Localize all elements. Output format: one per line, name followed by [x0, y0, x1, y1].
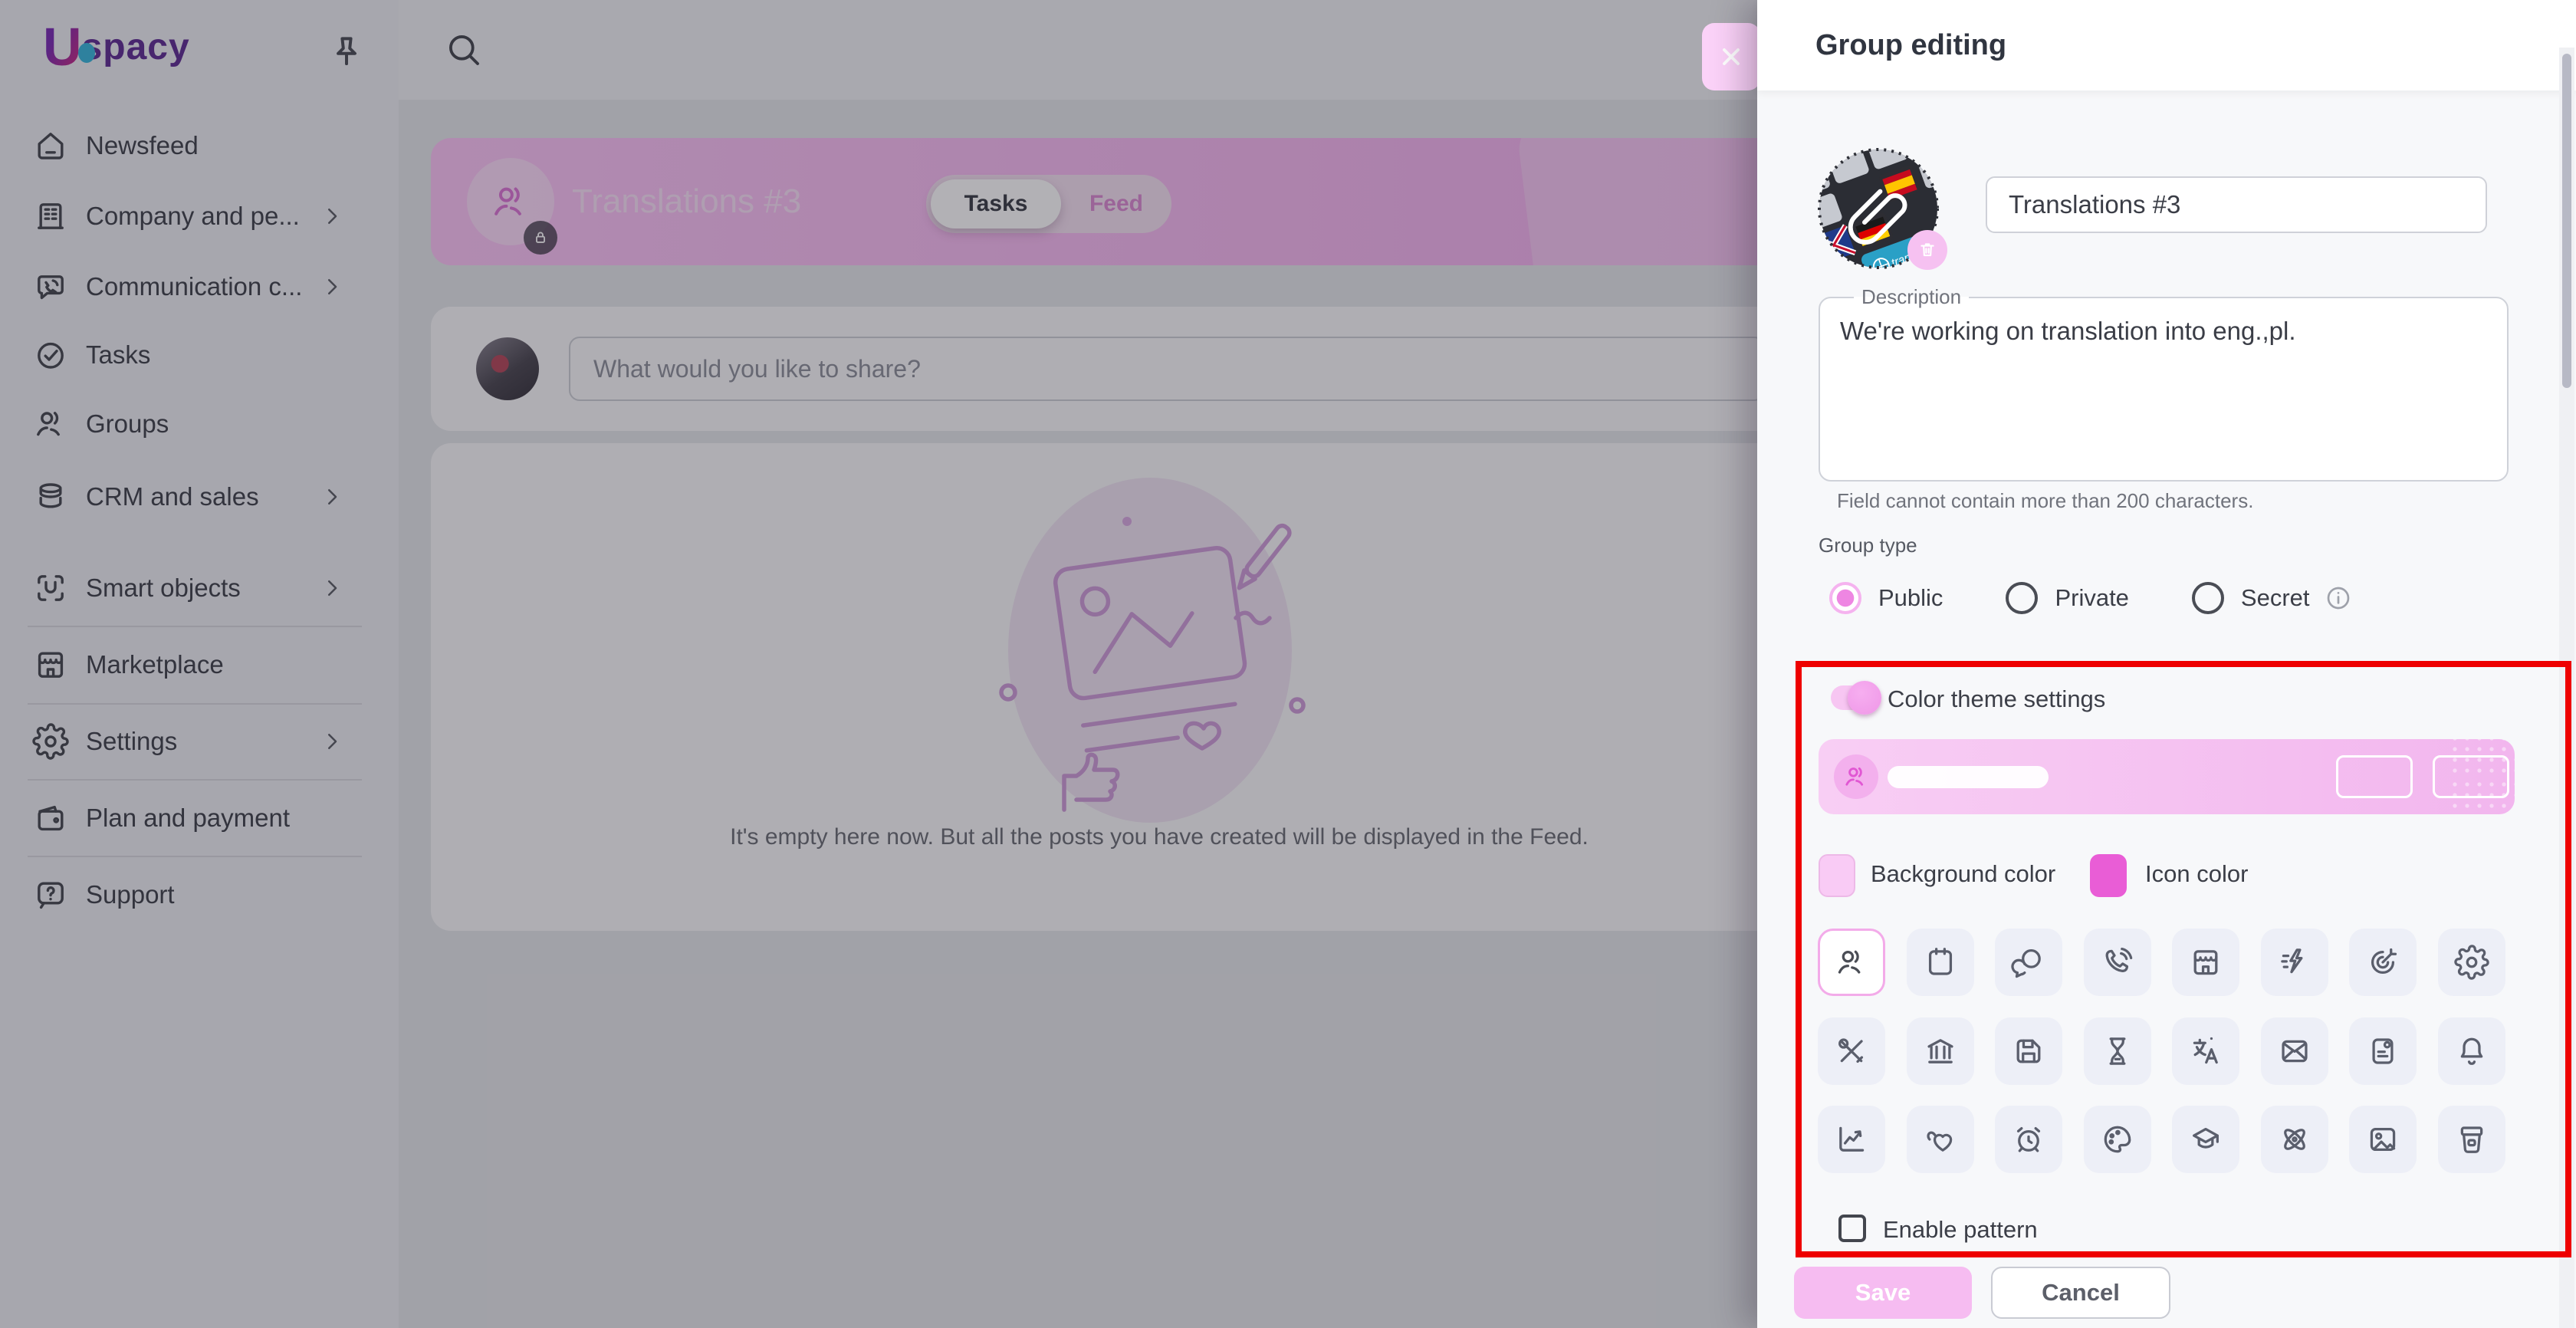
panel-header: Group editing: [1757, 0, 2576, 90]
icon-tile-store[interactable]: [2172, 929, 2239, 996]
background-color-label: Background color: [1871, 860, 2055, 888]
icon-tile-save[interactable]: [1995, 1017, 2062, 1085]
panel-scrollbar-thumb[interactable]: [2562, 54, 2571, 388]
color-theme-toggle[interactable]: [1831, 685, 1877, 710]
radio-public[interactable]: [1829, 582, 1861, 614]
color-theme-label: Color theme settings: [1888, 685, 2105, 713]
preview-avatar: [1834, 754, 1878, 799]
icon-tile-settings[interactable]: [2438, 929, 2505, 996]
icon-tile-flash[interactable]: [2261, 929, 2328, 996]
preview-button-placeholder: [2336, 755, 2413, 798]
icon-tile-image[interactable]: [2349, 1106, 2417, 1173]
icon-tile-people[interactable]: [1818, 929, 1885, 996]
description-helper: Field cannot contain more than 200 chara…: [1837, 489, 2253, 513]
group-editing-panel: Group editing: [1757, 0, 2576, 1328]
theme-preview-banner: [1819, 739, 2515, 814]
modal-overlay[interactable]: [0, 0, 1757, 1328]
icon-tile-chart[interactable]: [1818, 1106, 1885, 1173]
trash-icon: [1917, 240, 1937, 260]
icon-tile-id-card[interactable]: [2349, 1017, 2417, 1085]
cancel-button[interactable]: Cancel: [1991, 1267, 2170, 1319]
radio-private[interactable]: [2006, 582, 2038, 614]
icon-color-swatch[interactable]: [2090, 854, 2127, 897]
icon-tile-hearts[interactable]: [1907, 1106, 1974, 1173]
icon-tile-bank[interactable]: [1907, 1017, 1974, 1085]
icon-tile-education[interactable]: [2172, 1106, 2239, 1173]
background-color-swatch[interactable]: [1819, 854, 1855, 897]
group-type-label: Group type: [1819, 534, 1917, 557]
description-field[interactable]: Description We're working on translation…: [1819, 285, 2509, 482]
icon-tile-archive[interactable]: [2438, 1106, 2505, 1173]
icon-tile-bell[interactable]: [2438, 1017, 2505, 1085]
icon-tile-hourglass[interactable]: [2084, 1017, 2151, 1085]
panel-title: Group editing: [1815, 29, 2006, 62]
close-panel-button[interactable]: [1702, 23, 1760, 90]
delete-avatar-button[interactable]: [1907, 230, 1947, 270]
icon-tile-calendar[interactable]: [1907, 929, 1974, 996]
icon-tile-tools[interactable]: [1818, 1017, 1885, 1085]
radio-label: Public: [1878, 584, 1943, 612]
preview-button-placeholder: [2433, 755, 2509, 798]
icon-tile-translate[interactable]: [2172, 1017, 2239, 1085]
enable-pattern-checkb[interactable]: [1838, 1215, 1866, 1242]
save-button[interactable]: Save: [1794, 1267, 1972, 1319]
icon-tile-phone[interactable]: [2084, 929, 2151, 996]
radio-label: Private: [2055, 584, 2128, 612]
group-type-options: Public Private Secret: [1829, 577, 2353, 620]
icon-color-label: Icon color: [2145, 860, 2248, 888]
icon-tile-chat[interactable]: [1995, 929, 2062, 996]
icon-tile-science[interactable]: [2261, 1106, 2328, 1173]
close-icon: [1717, 43, 1745, 71]
toggle-knob: [1848, 681, 1881, 715]
info-icon[interactable]: [2324, 583, 2353, 613]
icon-tile-mail[interactable]: [2261, 1017, 2328, 1085]
group-name-input[interactable]: [1986, 176, 2487, 233]
icon-tile-alarm[interactable]: [1995, 1106, 2062, 1173]
preview-title-placeholder: [1888, 766, 2049, 788]
app-root: U spacy Newsfeed Company and pe... Commu…: [0, 0, 2576, 1328]
enable-pattern-label: Enable pattern: [1883, 1216, 2038, 1244]
description-label: Description: [1854, 285, 1969, 309]
icon-tile-palette[interactable]: [2084, 1106, 2151, 1173]
radio-secret[interactable]: [2192, 582, 2224, 614]
description-value: We're working on translation into eng.,p…: [1840, 317, 2487, 346]
radio-label: Secret: [2241, 584, 2310, 612]
icon-tile-goal[interactable]: [2349, 929, 2417, 996]
